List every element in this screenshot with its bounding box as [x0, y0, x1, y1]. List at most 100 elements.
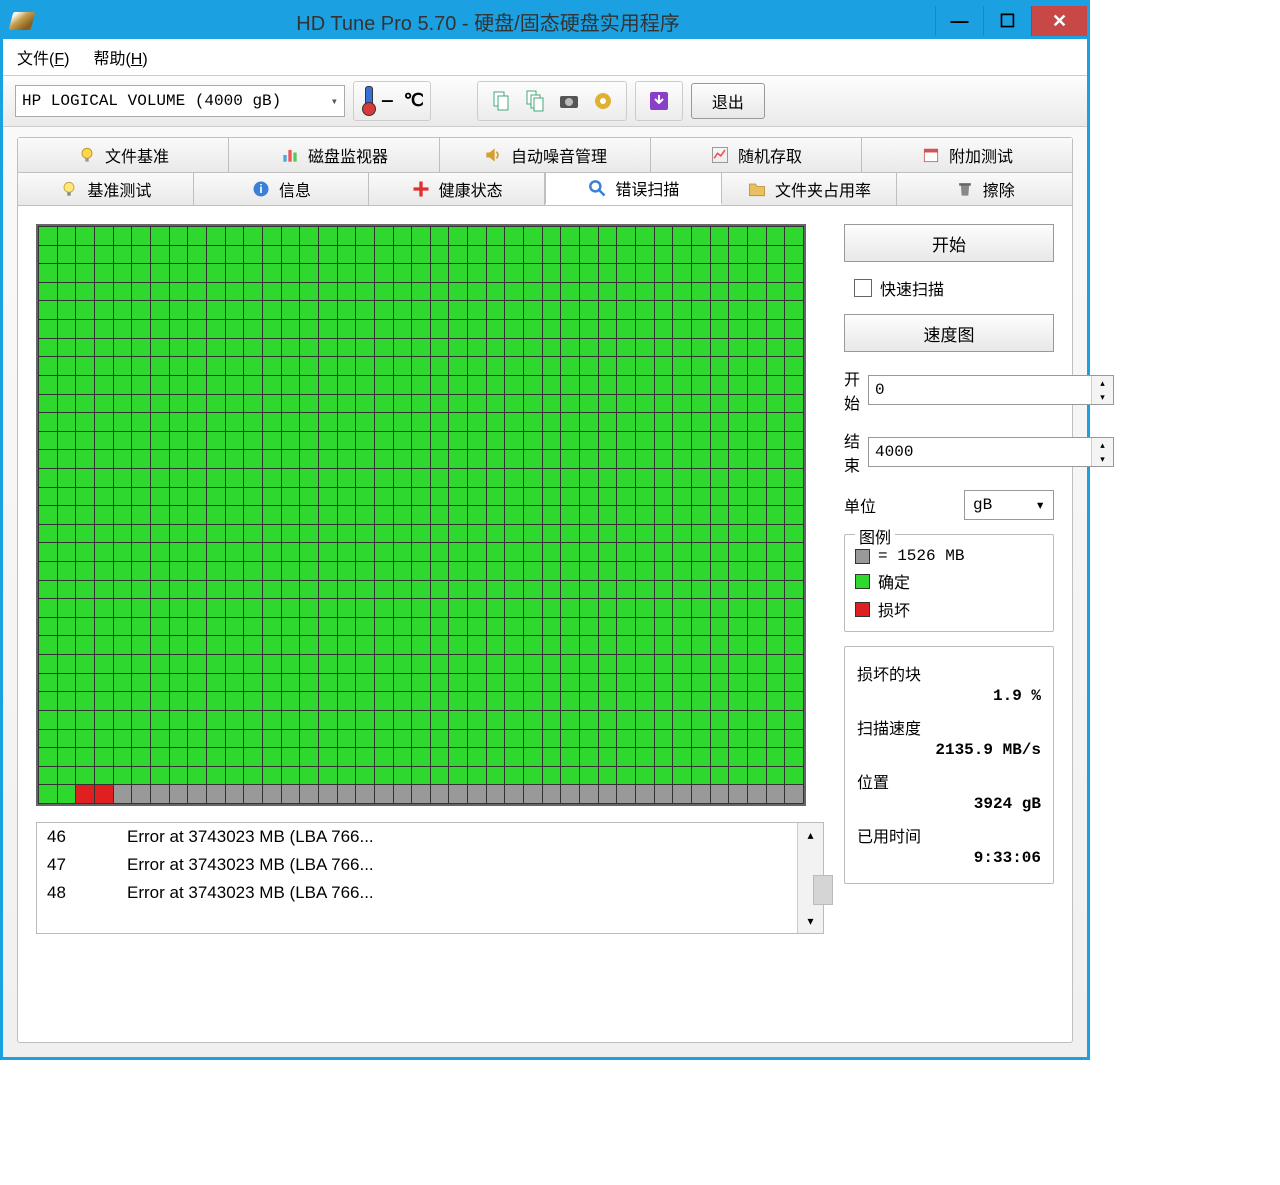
tab-label: 磁盘监视器: [308, 143, 388, 167]
speedmap-button[interactable]: 速度图: [844, 314, 1054, 352]
error-number: 48: [47, 883, 87, 903]
error-row[interactable]: 47 Error at 3743023 MB (LBA 766...: [37, 851, 797, 879]
tab-bars[interactable]: 磁盘监视器: [229, 138, 440, 172]
bulb-icon: [77, 145, 97, 165]
settings-icon[interactable]: [586, 84, 620, 118]
tab-label: 随机存取: [738, 143, 802, 167]
scan-speed-label: 扫描速度: [857, 715, 1041, 739]
error-list: 46 Error at 3743023 MB (LBA 766... 47 Error…: [36, 822, 824, 934]
tabs-container: 文件基准 磁盘监视器 自动噪音管理 随机存取 附加测试 基准测试 i信息健康状态 错误扫描 文…: [17, 137, 1073, 1043]
tab-label: 文件夹占用率: [775, 177, 871, 201]
tab-label: 文件基准: [105, 143, 169, 167]
speaker-icon: [483, 145, 503, 165]
chevron-down-icon: ▾: [331, 94, 338, 109]
unit-label: 单位: [844, 493, 888, 517]
error-message: Error at 3743023 MB (LBA 766...: [127, 883, 374, 903]
maximize-button[interactable]: ☐: [983, 6, 1031, 36]
start-range-input[interactable]: ▴▾: [868, 375, 1114, 405]
tab-calendar[interactable]: 附加测试: [862, 138, 1072, 172]
scan-controls: 开始 快速扫描 速度图 开始 ▴▾ 结束: [844, 224, 1054, 1028]
tab-content-error-scan: 46 Error at 3743023 MB (LBA 766... 47 Error…: [18, 206, 1072, 1042]
plus-icon: [411, 179, 431, 199]
minimize-button[interactable]: —: [935, 6, 983, 36]
legend-block-size: = 1526 MB: [878, 547, 964, 565]
svg-text:i: i: [259, 183, 262, 196]
save-icon[interactable]: [642, 84, 676, 118]
error-number: 46: [47, 827, 87, 847]
tab-label: 基准测试: [87, 177, 151, 201]
client-area: 文件基准 磁盘监视器 自动噪音管理 随机存取 附加测试 基准测试 i信息健康状态 错误扫描 文…: [3, 127, 1087, 1057]
end-range-field[interactable]: [869, 438, 1091, 466]
tab-speaker[interactable]: 自动噪音管理: [440, 138, 651, 172]
drive-label: HP LOGICAL VOLUME (4000 gB): [22, 92, 281, 110]
tab-info[interactable]: i信息: [194, 172, 370, 205]
error-number: 47: [47, 855, 87, 875]
end-range-input[interactable]: ▴▾: [868, 437, 1114, 467]
damaged-blocks-value: 1.9 %: [857, 685, 1041, 711]
legend-box: 图例 = 1526 MB 确定 损坏: [844, 534, 1054, 632]
save-group: [635, 81, 683, 121]
exit-button[interactable]: 退出: [691, 83, 765, 119]
legend-swatch-ok: [855, 574, 870, 589]
error-row[interactable]: 48 Error at 3743023 MB (LBA 766...: [37, 879, 797, 907]
tab-folder[interactable]: 文件夹占用率: [722, 172, 898, 205]
screenshot-icon[interactable]: [552, 84, 586, 118]
tab-trash[interactable]: 擦除: [897, 172, 1072, 205]
quick-scan-label: 快速扫描: [880, 276, 944, 300]
menu-help[interactable]: 帮助(H): [93, 45, 147, 69]
close-button[interactable]: ✕: [1031, 6, 1087, 36]
error-message: Error at 3743023 MB (LBA 766...: [127, 855, 374, 875]
unit-select[interactable]: gB ▾: [964, 490, 1054, 520]
temperature-display: — ℃: [353, 81, 431, 121]
scroll-down-icon[interactable]: ▾: [799, 909, 823, 933]
legend-ok: 确定: [878, 569, 910, 593]
error-list-scrollbar[interactable]: ▴ ▾: [797, 823, 823, 933]
tab-plus[interactable]: 健康状态: [369, 172, 545, 205]
legend-bad: 损坏: [878, 597, 910, 621]
start-scan-button[interactable]: 开始: [844, 224, 1054, 262]
folder-icon: [747, 179, 767, 199]
tab-search[interactable]: 错误扫描: [545, 172, 722, 205]
copy-icon[interactable]: [484, 84, 518, 118]
tab-chart[interactable]: 随机存取: [651, 138, 862, 172]
chart-icon: [710, 145, 730, 165]
elapsed-value: 9:33:06: [857, 847, 1041, 873]
copy-all-icon[interactable]: [518, 84, 552, 118]
tabs-row-top: 文件基准 磁盘监视器 自动噪音管理 随机存取 附加测试: [18, 138, 1072, 172]
titlebar: HD Tune Pro 5.70 - 硬盘/固态硬盘实用程序 — ☐ ✕: [3, 3, 1087, 39]
position-label: 位置: [857, 769, 1041, 793]
elapsed-label: 已用时间: [857, 823, 1041, 847]
end-range-label: 结束: [844, 428, 860, 476]
menu-bar: 文件(F) 帮助(H): [3, 39, 1087, 75]
tab-label: 附加测试: [949, 143, 1013, 167]
window-title: HD Tune Pro 5.70 - 硬盘/固态硬盘实用程序: [41, 7, 935, 36]
quick-scan-checkbox[interactable]: [854, 279, 872, 297]
damaged-blocks-label: 损坏的块: [857, 661, 1041, 685]
start-range-label: 开始: [844, 366, 860, 414]
scroll-up-icon[interactable]: ▴: [799, 823, 823, 847]
start-range-field[interactable]: [869, 376, 1091, 404]
error-row[interactable]: 46 Error at 3743023 MB (LBA 766...: [37, 823, 797, 851]
unit-value: gB: [973, 496, 992, 514]
info-icon: i: [251, 179, 271, 199]
calendar-icon: [921, 145, 941, 165]
legend-swatch-bad: [855, 602, 870, 617]
chevron-down-icon: ▾: [1035, 495, 1045, 515]
thermometer-icon: [360, 86, 376, 116]
tab-label: 自动噪音管理: [511, 143, 607, 167]
tab-bulb2[interactable]: 基准测试: [18, 172, 194, 205]
bars-icon: [280, 145, 300, 165]
temperature-value: — ℃: [382, 90, 424, 112]
toolbar: HP LOGICAL VOLUME (4000 gB) ▾ — ℃ 退出: [3, 75, 1087, 127]
tab-label: 错误扫描: [615, 176, 679, 200]
drive-select[interactable]: HP LOGICAL VOLUME (4000 gB) ▾: [15, 85, 345, 117]
menu-file[interactable]: 文件(F): [17, 45, 69, 69]
tabs-row-bottom: 基准测试 i信息健康状态 错误扫描 文件夹占用率 擦除: [18, 172, 1072, 206]
scan-speed-value: 2135.9 MB/s: [857, 739, 1041, 765]
app-window: HD Tune Pro 5.70 - 硬盘/固态硬盘实用程序 — ☐ ✕ 文件(…: [0, 0, 1090, 1060]
tab-bulb[interactable]: 文件基准: [18, 138, 229, 172]
error-message: Error at 3743023 MB (LBA 766...: [127, 827, 374, 847]
app-icon: [9, 12, 36, 30]
tab-label: 擦除: [983, 177, 1015, 201]
search-icon: [587, 178, 607, 198]
